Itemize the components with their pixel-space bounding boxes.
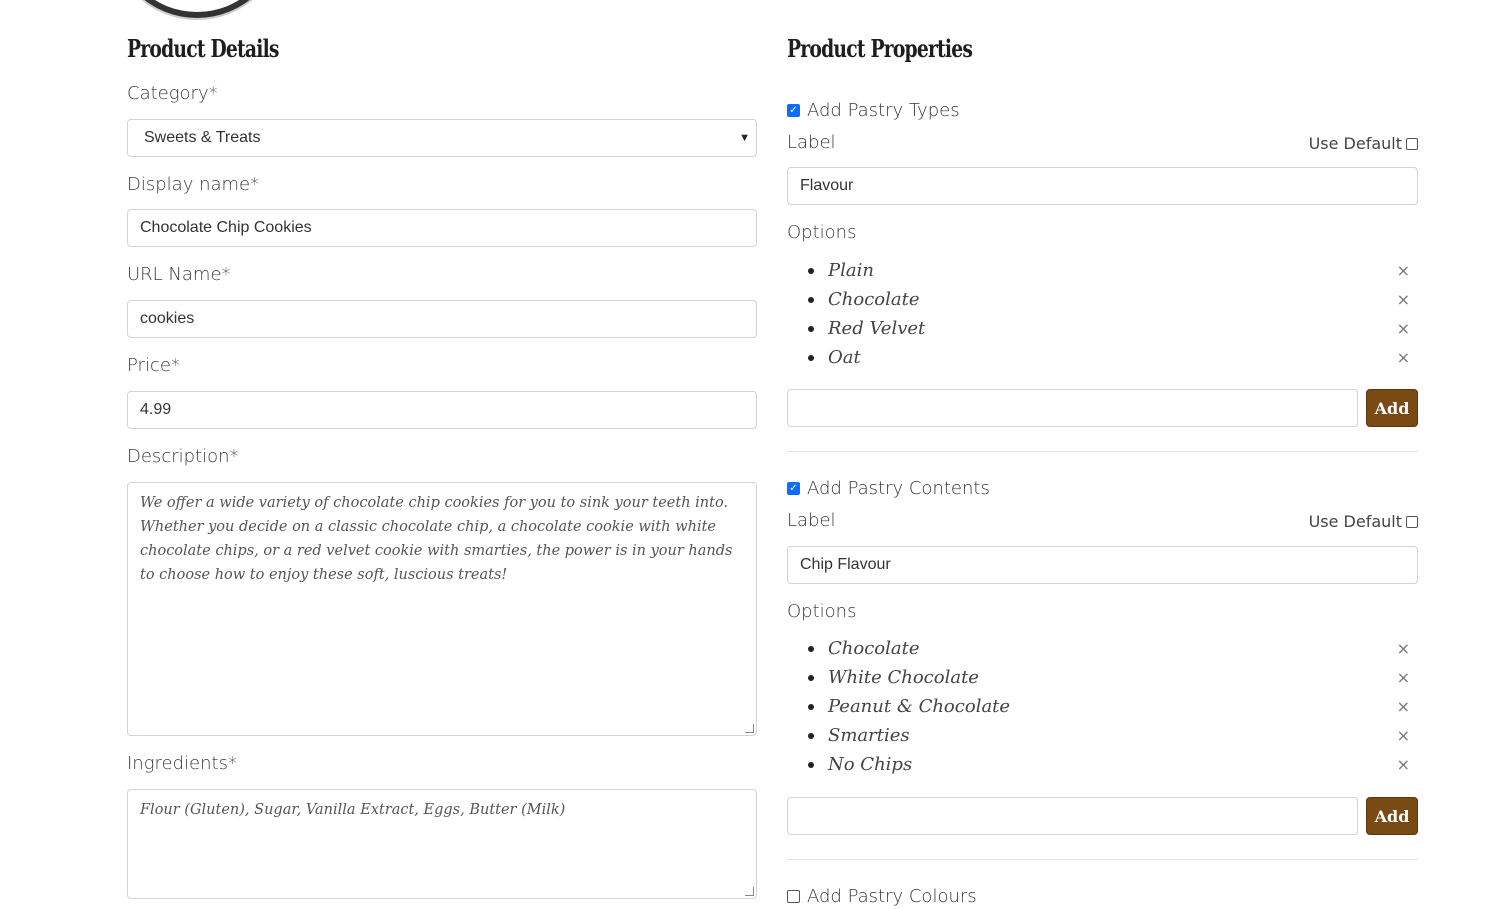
types-add-button[interactable]: Add (1366, 389, 1418, 427)
price-input[interactable]: 4.99 (127, 391, 757, 429)
add-pastry-types-row[interactable]: Add Pastry Types (787, 100, 960, 121)
close-icon[interactable]: × (1397, 348, 1410, 367)
list-item: Red Velvet × (787, 314, 1418, 343)
contents-use-default-label: Use Default (1308, 512, 1402, 531)
types-options-list: Plain × Chocolate × Red Velvet × Oat × (787, 256, 1418, 372)
contents-options-caption: Options (787, 601, 857, 622)
category-select[interactable]: Sweets & Treats ▼ (127, 119, 757, 157)
types-label-value: Flavour (800, 177, 854, 194)
contents-add-button[interactable]: Add (1366, 797, 1418, 835)
add-pastry-types-checkbox[interactable] (787, 104, 800, 117)
close-icon[interactable]: × (1397, 755, 1410, 774)
list-item: White Chocolate × (787, 663, 1418, 692)
close-icon[interactable]: × (1397, 726, 1410, 745)
divider (787, 451, 1418, 452)
types-use-default[interactable]: Use Default (1309, 134, 1418, 153)
close-icon[interactable]: × (1397, 697, 1410, 716)
contents-options-list: Chocolate × White Chocolate × Peanut & Cho… (787, 634, 1418, 779)
category-value: Sweets & Treats (144, 129, 261, 146)
display-name-input[interactable]: Chocolate Chip Cookies (127, 209, 757, 247)
types-options-caption: Options (787, 222, 857, 243)
types-label-input[interactable]: Flavour (787, 167, 1418, 205)
ingredients-textarea[interactable]: Flour (Gluten), Sugar, Vanilla Extract, … (127, 789, 757, 899)
display-name-value: Chocolate Chip Cookies (140, 219, 312, 236)
resize-handle-icon[interactable] (745, 724, 754, 733)
add-pastry-colours-row[interactable]: Add Pastry Colours (787, 886, 977, 907)
add-pastry-contents-label: Add Pastry Contents (807, 478, 990, 499)
contents-label-value: Chip Flavour (800, 556, 891, 573)
close-icon[interactable]: × (1397, 261, 1410, 280)
display-name-label: Display name* (127, 174, 260, 195)
add-pastry-colours-checkbox[interactable] (787, 890, 800, 903)
list-item: Chocolate × (787, 285, 1418, 314)
ingredients-label: Ingredients* (127, 753, 237, 774)
add-pastry-types-label: Add Pastry Types (807, 100, 960, 121)
description-value: We offer a wide variety of chocolate chi… (140, 495, 733, 583)
contents-use-default-checkbox[interactable] (1406, 515, 1418, 528)
resize-handle-icon[interactable] (745, 887, 754, 896)
close-icon[interactable]: × (1397, 319, 1410, 338)
types-label-caption: Label (787, 132, 836, 153)
category-label: Category* (127, 83, 218, 104)
list-item: Smarties × (787, 721, 1418, 750)
logo[interactable] (112, 0, 282, 18)
product-details-title: Product Details (127, 34, 279, 63)
list-item: Oat × (787, 343, 1418, 372)
ingredients-value: Flour (Gluten), Sugar, Vanilla Extract, … (140, 802, 566, 818)
close-icon[interactable]: × (1397, 668, 1410, 687)
contents-new-option-input[interactable] (787, 797, 1358, 835)
chevron-down-icon: ▼ (739, 132, 750, 144)
price-label: Price* (127, 355, 180, 376)
add-pastry-colours-label: Add Pastry Colours (807, 886, 977, 907)
list-item: No Chips × (787, 750, 1418, 779)
list-item: Plain × (787, 256, 1418, 285)
list-item: Chocolate × (787, 634, 1418, 663)
close-icon[interactable]: × (1397, 639, 1410, 658)
list-item: Peanut & Chocolate × (787, 692, 1418, 721)
types-use-default-checkbox[interactable] (1406, 137, 1418, 150)
contents-use-default[interactable]: Use Default (1309, 512, 1418, 531)
url-name-input[interactable]: cookies (127, 300, 757, 338)
url-name-label: URL Name* (127, 264, 231, 285)
close-icon[interactable]: × (1397, 290, 1410, 309)
description-textarea[interactable]: We offer a wide variety of chocolate chi… (127, 482, 757, 736)
types-new-option-input[interactable] (787, 389, 1358, 427)
product-properties-title: Product Properties (787, 34, 973, 63)
contents-label-caption: Label (787, 510, 836, 531)
price-value: 4.99 (140, 401, 172, 418)
add-pastry-contents-checkbox[interactable] (787, 482, 800, 495)
types-use-default-label: Use Default (1308, 134, 1402, 153)
description-label: Description* (127, 446, 239, 467)
url-name-value: cookies (140, 310, 195, 327)
contents-label-input[interactable]: Chip Flavour (787, 546, 1418, 584)
add-pastry-contents-row[interactable]: Add Pastry Contents (787, 478, 990, 499)
divider (787, 859, 1418, 860)
